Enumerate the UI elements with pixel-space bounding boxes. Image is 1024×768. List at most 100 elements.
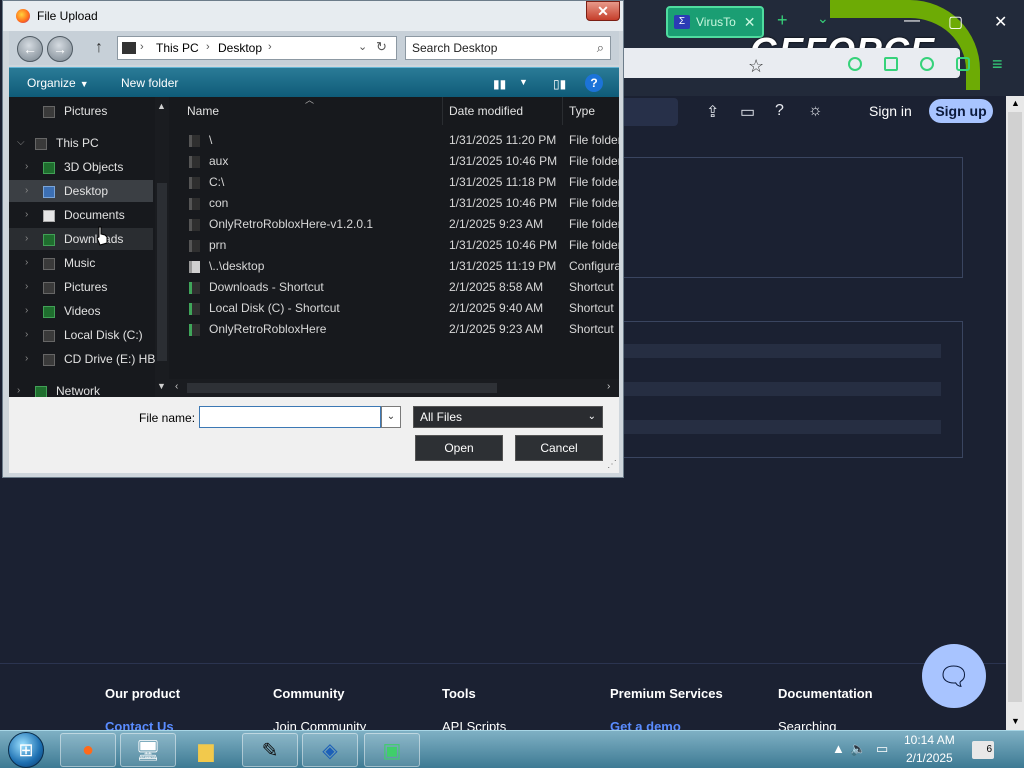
new-tab-icon[interactable]: + (777, 10, 788, 31)
path-breadcrumb[interactable]: › This PC › Desktop › ⌄ ↻ (117, 36, 397, 60)
nav-tree-item[interactable]: Pictures (9, 100, 153, 122)
taskbar-firefox[interactable]: ● (60, 733, 116, 767)
chevron-down-icon[interactable]: ⌄ (358, 40, 367, 53)
address-bar[interactable] (620, 48, 960, 78)
nav-tree-item[interactable]: › Pictures (9, 276, 153, 298)
sign-up-button[interactable]: Sign up (929, 99, 993, 123)
nav-tree-item[interactable]: › Network (9, 380, 153, 397)
start-button[interactable]: ⊞ (8, 732, 44, 768)
chevron-right-icon[interactable]: › (25, 228, 28, 250)
taskbar-virtualbox[interactable]: ◈ (302, 733, 358, 767)
file-row[interactable]: Downloads - Shortcut 2/1/2025 8:58 AM Shor… (169, 277, 619, 298)
taskbar-terminal[interactable]: ▣ (364, 733, 420, 767)
taskbar-remote-desktop[interactable]: 🖥 (120, 733, 176, 767)
file-name-input[interactable] (199, 406, 381, 428)
search-desktop-input[interactable]: Search Desktop ⌕ (405, 36, 611, 60)
new-folder-button[interactable]: New folder (121, 76, 178, 90)
breadcrumb-desktop[interactable]: Desktop (218, 41, 262, 55)
help-icon[interactable]: ? (775, 102, 784, 120)
puzzle-icon[interactable] (956, 57, 970, 71)
scroll-up-icon[interactable]: ▲ (1011, 98, 1020, 108)
nav-tree-item[interactable]: › Videos (9, 300, 153, 322)
tab-list-icon[interactable]: ⌄ (817, 10, 829, 27)
cancel-button[interactable]: Cancel (515, 435, 603, 461)
chevron-right-icon[interactable]: › (25, 324, 28, 346)
view-options-icon[interactable]: ▮▮ (493, 77, 506, 91)
scrollbar-thumb[interactable] (157, 183, 167, 361)
file-list-hscrollbar[interactable]: ‹ › (169, 379, 619, 397)
scroll-down-icon[interactable]: ▼ (157, 381, 166, 391)
file-row[interactable]: Local Disk (C) - Shortcut 2/1/2025 9:40 A… (169, 298, 619, 319)
chevron-right-icon[interactable]: › (25, 300, 28, 322)
theme-toggle-icon[interactable]: ☼ (808, 102, 823, 120)
column-header-name[interactable]: Name (181, 97, 443, 125)
chevron-right-icon[interactable]: › (25, 180, 28, 202)
clock-date[interactable]: 2/1/2025 (906, 751, 953, 765)
minimize-icon[interactable]: — (904, 12, 920, 30)
chevron-right-icon[interactable]: › (17, 380, 20, 397)
nav-tree-item[interactable]: › 3D Objects (9, 156, 153, 178)
page-scrollbar[interactable]: ▲ ▼ (1006, 96, 1024, 730)
resize-grip-icon[interactable]: ⋰ (607, 459, 617, 470)
chevron-right-icon[interactable]: › (25, 348, 28, 370)
scrollbar-thumb[interactable] (187, 383, 497, 393)
file-row[interactable]: prn 1/31/2025 10:46 PM File folder (169, 235, 619, 256)
taskbar-pen[interactable]: ✎ (242, 733, 298, 767)
file-row[interactable]: \..\desktop 1/31/2025 11:19 PM Configura (169, 256, 619, 277)
sign-in-link[interactable]: Sign in (869, 103, 912, 119)
nav-tree-item[interactable]: › Documents (9, 204, 153, 226)
notification-center[interactable]: 6 (972, 741, 994, 759)
tab-close-icon[interactable]: ✕ (744, 14, 756, 31)
file-name-history-dropdown[interactable]: ⌄ (381, 406, 401, 428)
scroll-up-icon[interactable]: ▲ (157, 101, 166, 111)
extension-icon[interactable] (920, 57, 934, 71)
preview-pane-icon[interactable]: ▯▮ (553, 77, 566, 91)
scrollbar-thumb[interactable] (1008, 112, 1022, 702)
column-header-type[interactable]: Type (563, 97, 619, 125)
scroll-left-icon[interactable]: ‹ (175, 381, 178, 392)
file-row[interactable]: con 1/31/2025 10:46 PM File folder (169, 193, 619, 214)
breadcrumb-this-pc[interactable]: This PC (156, 41, 199, 55)
chevron-right-icon[interactable]: › (268, 41, 272, 53)
forward-button[interactable]: → (47, 36, 73, 62)
file-row[interactable]: aux 1/31/2025 10:46 PM File folder (169, 151, 619, 172)
chevron-right-icon[interactable]: › (140, 41, 144, 53)
tray-expand-icon[interactable]: ▲ (832, 741, 845, 756)
clock-time[interactable]: 10:14 AM (904, 733, 955, 747)
bookmark-star-icon[interactable]: ☆ (748, 56, 764, 77)
dialog-titlebar[interactable]: File Upload ✕ (3, 1, 623, 31)
window-close-icon[interactable]: ✕ (994, 12, 1007, 32)
site-search-input[interactable] (620, 98, 678, 126)
chevron-right-icon[interactable]: › (206, 41, 210, 53)
search-icon[interactable]: ⌕ (597, 40, 604, 56)
chevron-right-icon[interactable]: › (25, 276, 28, 298)
up-folder-icon[interactable]: ↑ (95, 39, 103, 57)
open-button[interactable]: Open (415, 435, 503, 461)
maximize-icon[interactable]: ▢ (948, 12, 963, 32)
download-icon[interactable] (884, 57, 898, 71)
extension-icon[interactable] (848, 57, 862, 71)
chevron-down-icon[interactable]: ⌵ (17, 132, 25, 154)
nav-tree-item[interactable]: › Local Disk (C:) (9, 324, 153, 346)
nav-tree-item[interactable]: › Desktop (9, 180, 153, 202)
file-row[interactable]: C:\ 1/31/2025 11:18 PM File folder (169, 172, 619, 193)
file-type-select[interactable]: All Files ⌄ (413, 406, 603, 428)
chat-icon[interactable]: ▭ (740, 102, 755, 122)
menu-icon[interactable]: ≡ (992, 54, 1003, 75)
file-row[interactable]: OnlyRetroRobloxHere-v1.2.0.1 2/1/2025 9:2… (169, 214, 619, 235)
back-button[interactable]: ← (17, 36, 43, 62)
file-row[interactable]: OnlyRetroRobloxHere 2/1/2025 9:23 AM Short… (169, 319, 619, 340)
refresh-icon[interactable]: ↻ (376, 39, 387, 55)
chat-support-button[interactable]: 🗨 (922, 644, 986, 708)
nav-tree-item[interactable]: › CD Drive (E:) HB (9, 348, 155, 370)
nav-tree-item[interactable]: ⌵ This PC (9, 132, 153, 154)
dialog-close-button[interactable]: ✕ (586, 1, 620, 21)
scroll-down-icon[interactable]: ▼ (1011, 716, 1020, 726)
upload-icon[interactable]: ⇪ (706, 102, 719, 122)
organize-menu[interactable]: Organize ▼ (27, 76, 89, 90)
taskbar-file-explorer[interactable]: ▆ (178, 733, 234, 767)
nav-tree-item[interactable]: › Downloads (9, 228, 153, 250)
nav-pane-scrollbar[interactable]: ▲ ▼ (155, 97, 169, 397)
nav-tree-item[interactable]: › Music (9, 252, 153, 274)
volume-icon[interactable]: 🔈 (850, 741, 866, 757)
